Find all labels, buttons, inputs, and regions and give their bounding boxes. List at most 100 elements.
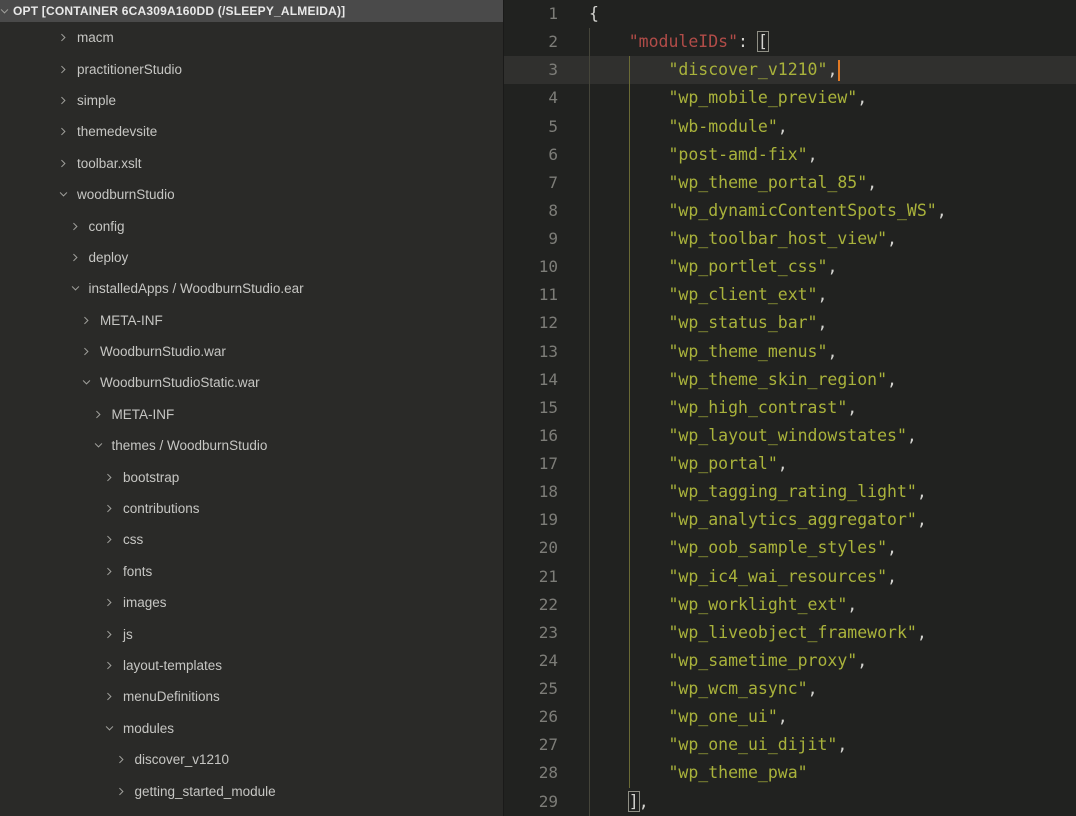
line-number[interactable]: 3 [504,56,558,84]
sidebar-item-bootstrap[interactable]: bootstrap [0,461,503,492]
sidebar-item-meta-inf[interactable]: META-INF [0,305,503,336]
tree-item-label: getting_started_module [135,784,276,799]
code-line[interactable]: 17 "wp_portal", [504,450,1076,478]
code-line[interactable]: 6 "post-amd-fix", [504,141,1076,169]
sidebar-item-discover-v1210[interactable]: discover_v1210 [0,744,503,775]
code-line[interactable]: 14 "wp_theme_skin_region", [504,366,1076,394]
code-editor[interactable]: 1 { 2 "moduleIDs": [ 3 "discover_v1210",… [503,0,1076,816]
line-number[interactable]: 7 [504,169,558,197]
code-line[interactable]: 4 "wp_mobile_preview", [504,84,1076,112]
sidebar-item-ooke-v104[interactable]: ooke_v104 [0,807,503,816]
line-number[interactable]: 13 [504,338,558,366]
code-text: ], [558,788,649,816]
line-number[interactable]: 25 [504,675,558,703]
line-number[interactable]: 10 [504,253,558,281]
code-line[interactable]: 10 "wp_portlet_css", [504,253,1076,281]
line-number[interactable]: 11 [504,281,558,309]
code-line[interactable]: 25 "wp_wcm_async", [504,675,1076,703]
code-line[interactable]: 20 "wp_oob_sample_styles", [504,534,1076,562]
line-number[interactable]: 27 [504,731,558,759]
code-line[interactable]: 18 "wp_tagging_rating_light", [504,478,1076,506]
line-number[interactable]: 5 [504,113,558,141]
code-line[interactable]: 21 "wp_ic4_wai_resources", [504,563,1076,591]
sidebar-item-css[interactable]: css [0,524,503,555]
line-number[interactable]: 18 [504,478,558,506]
line-number[interactable]: 20 [504,534,558,562]
sidebar-item-meta-inf[interactable]: META-INF [0,399,503,430]
code-line[interactable]: 24 "wp_sametime_proxy", [504,647,1076,675]
line-number[interactable]: 19 [504,506,558,534]
sidebar-item-modules[interactable]: modules [0,713,503,744]
line-number[interactable]: 15 [504,394,558,422]
sidebar-item-themes-woodburnstudio[interactable]: themes / WoodburnStudio [0,430,503,461]
code-line[interactable]: 29 ], [504,788,1076,816]
code-line[interactable]: 5 "wb-module", [504,113,1076,141]
line-number[interactable]: 16 [504,422,558,450]
code-text: "wp_tagging_rating_light", [558,478,927,506]
sidebar-item-deploy[interactable]: deploy [0,242,503,273]
sidebar-item-simple[interactable]: simple [0,85,503,116]
code-line[interactable]: 7 "wp_theme_portal_85", [504,169,1076,197]
code-line[interactable]: 12 "wp_status_bar", [504,309,1076,337]
chevron-right-icon [104,566,115,577]
code-line[interactable]: 23 "wp_liveobject_framework", [504,619,1076,647]
chevron-down-icon [81,377,92,388]
code-line[interactable]: 11 "wp_client_ext", [504,281,1076,309]
sidebar-item-themedevsite[interactable]: themedevsite [0,116,503,147]
code-text: "wp_worklight_ext", [558,591,857,619]
sidebar-item-woodburnstudiostatic-war[interactable]: WoodburnStudioStatic.war [0,367,503,398]
sidebar-item-installedapps-woodburnstudio-ear[interactable]: installedApps / WoodburnStudio.ear [0,273,503,304]
line-number[interactable]: 21 [504,563,558,591]
line-number[interactable]: 12 [504,309,558,337]
code-line[interactable]: 8 "wp_dynamicContentSpots_WS", [504,197,1076,225]
sidebar-item-menudefinitions[interactable]: menuDefinitions [0,681,503,712]
sidebar-item-woodburnstudio[interactable]: woodburnStudio [0,179,503,210]
line-number[interactable]: 23 [504,619,558,647]
line-number[interactable]: 2 [504,28,558,56]
sidebar-item-layout-templates[interactable]: layout-templates [0,650,503,681]
code-line[interactable]: 2 "moduleIDs": [ [504,28,1076,56]
chevron-right-icon [116,786,127,797]
code-line[interactable]: 1 { [504,0,1076,28]
chevron-right-icon [58,64,69,75]
sidebar-item-js[interactable]: js [0,618,503,649]
line-number[interactable]: 14 [504,366,558,394]
code-text: "wp_layout_windowstates", [558,422,917,450]
line-number[interactable]: 28 [504,759,558,787]
line-number[interactable]: 29 [504,788,558,816]
code-line[interactable]: 9 "wp_toolbar_host_view", [504,225,1076,253]
code-line[interactable]: 15 "wp_high_contrast", [504,394,1076,422]
chevron-right-icon [81,315,92,326]
sidebar-item-images[interactable]: images [0,587,503,618]
code-line[interactable]: 28 "wp_theme_pwa" [504,759,1076,787]
line-number[interactable]: 8 [504,197,558,225]
line-number[interactable]: 24 [504,647,558,675]
code-text: "wp_theme_skin_region", [558,366,897,394]
line-number[interactable]: 4 [504,84,558,112]
line-number[interactable]: 9 [504,225,558,253]
line-number[interactable]: 22 [504,591,558,619]
code-line[interactable]: 22 "wp_worklight_ext", [504,591,1076,619]
tree-item-label: META-INF [112,407,175,422]
line-number[interactable]: 17 [504,450,558,478]
sidebar-item-config[interactable]: config [0,210,503,241]
sidebar-item-woodburnstudio-war[interactable]: WoodburnStudio.war [0,336,503,367]
chevron-down-icon [93,440,104,451]
explorer-section-header[interactable]: OPT [CONTAINER 6CA309A160DD (/SLEEPY_ALM… [0,0,503,22]
sidebar-item-macm[interactable]: macm [0,22,503,53]
code-line[interactable]: 13 "wp_theme_menus", [504,338,1076,366]
sidebar-item-toolbar-xslt[interactable]: toolbar.xslt [0,148,503,179]
sidebar-item-contributions[interactable]: contributions [0,493,503,524]
line-number[interactable]: 1 [504,0,558,28]
code-line[interactable]: 27 "wp_one_ui_dijit", [504,731,1076,759]
code-line[interactable]: 16 "wp_layout_windowstates", [504,422,1076,450]
sidebar-item-practitionerstudio[interactable]: practitionerStudio [0,53,503,84]
sidebar-item-fonts[interactable]: fonts [0,556,503,587]
chevron-right-icon [104,660,115,671]
code-text: "wp_one_ui", [558,703,788,731]
code-line[interactable]: 26 "wp_one_ui", [504,703,1076,731]
sidebar-item-getting-started-module[interactable]: getting_started_module [0,775,503,806]
code-line[interactable]: 19 "wp_analytics_aggregator", [504,506,1076,534]
line-number[interactable]: 6 [504,141,558,169]
line-number[interactable]: 26 [504,703,558,731]
